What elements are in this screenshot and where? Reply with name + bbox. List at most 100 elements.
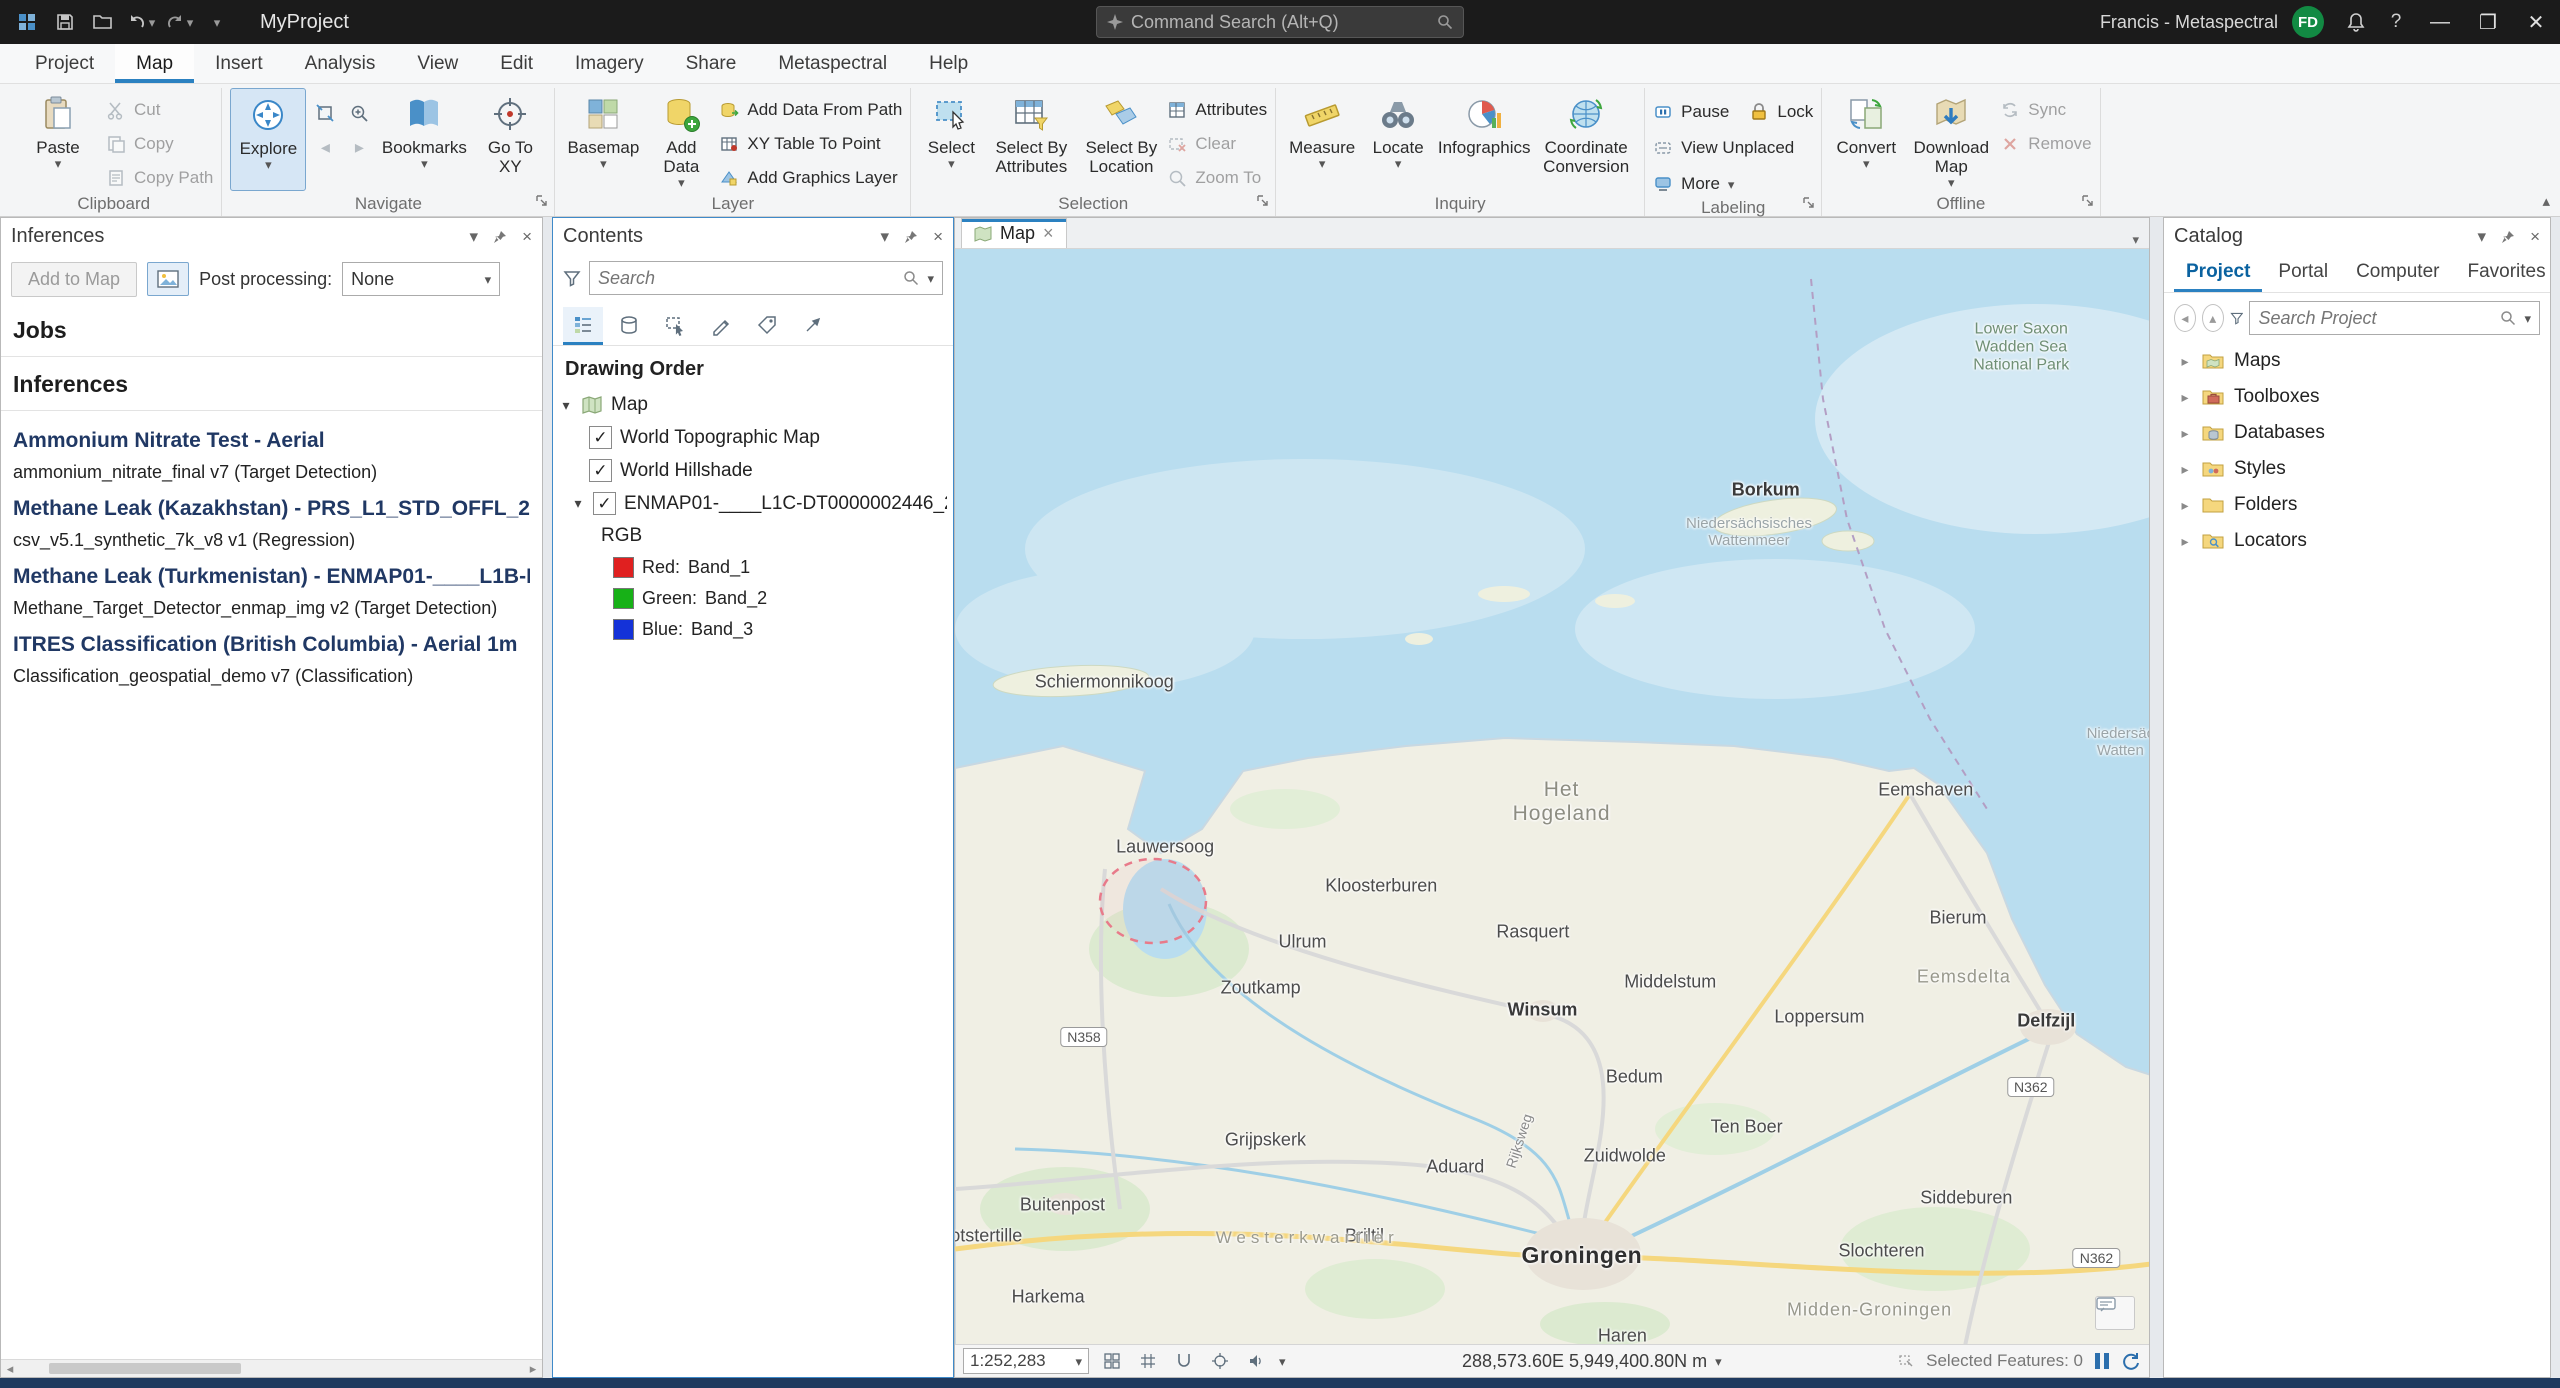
scale-select[interactable]: 1:252,283 ▾ (963, 1348, 1089, 1374)
pause-labeling-button[interactable]: Pause (1653, 98, 1729, 126)
back-icon[interactable]: ◂ (2174, 304, 2196, 332)
bookmarks-button[interactable]: Bookmarks ▾ (378, 88, 470, 191)
lock-labels-button[interactable]: Lock (1749, 98, 1813, 126)
tab-map[interactable]: Map (115, 44, 194, 83)
tab-metaspectral[interactable]: Metaspectral (757, 44, 908, 83)
tab-view[interactable]: View (396, 44, 479, 83)
tab-labeling[interactable] (747, 307, 787, 345)
tab-share[interactable]: Share (665, 44, 758, 83)
scrollbar-thumb[interactable] (49, 1363, 241, 1374)
contents-menu-chevron-icon[interactable]: ▾ (881, 227, 890, 247)
expander-open-icon[interactable]: ▾ (559, 397, 573, 414)
catalog-node-maps[interactable]: ▸ Maps (2164, 343, 2550, 379)
fixed-zoom-in-icon[interactable] (344, 98, 374, 128)
navigate-dialog-launcher-icon[interactable] (535, 192, 548, 212)
command-search-input[interactable]: Command Search (Alt+Q) (1096, 6, 1464, 38)
pin-icon[interactable] (492, 229, 508, 245)
tab-editing[interactable] (701, 307, 741, 345)
attributes-button[interactable]: Attributes (1167, 96, 1267, 124)
close-map-tab-icon[interactable]: × (1043, 223, 1054, 244)
tab-selection[interactable] (655, 307, 695, 345)
remove-offline-button[interactable]: Remove (2000, 130, 2091, 158)
search-options-chevron-icon[interactable]: ▾ (2524, 312, 2531, 325)
map-canvas[interactable]: Lower Saxon Wadden Sea National ParkBork… (955, 249, 2149, 1344)
download-map-button[interactable]: Download Map ▾ (1906, 88, 1996, 191)
layer-world-hillshade[interactable]: ✓ World Hillshade (553, 454, 953, 487)
catalog-menu-chevron-icon[interactable]: ▾ (2478, 227, 2487, 247)
tab-edit[interactable]: Edit (479, 44, 554, 83)
offline-dialog-launcher-icon[interactable] (2081, 192, 2094, 212)
expander-collapsed-icon[interactable]: ▸ (2178, 389, 2192, 406)
undo-button[interactable]: ▾ (124, 5, 158, 39)
clear-selection-button[interactable]: Clear (1167, 130, 1267, 158)
contents-close-icon[interactable]: × (933, 227, 943, 247)
open-project-icon[interactable] (86, 5, 120, 39)
preview-image-button[interactable] (147, 262, 189, 296)
coordinate-conversion-button[interactable]: Coordinate Conversion (1536, 88, 1636, 191)
tab-snapping[interactable] (793, 307, 833, 345)
snapping-icon[interactable] (1171, 1352, 1197, 1370)
tab-drawing-order[interactable] (563, 307, 603, 345)
expander-collapsed-icon[interactable]: ▸ (2178, 425, 2192, 442)
band-blue-row[interactable]: Blue: Band_3 (553, 614, 953, 645)
minimize-button[interactable]: — (2416, 0, 2464, 44)
up-icon[interactable]: ▴ (2202, 304, 2224, 332)
catalog-search-input[interactable] (2258, 308, 2492, 329)
catalog-close-icon[interactable]: × (2530, 227, 2540, 247)
map-view-tab[interactable]: Map × (961, 218, 1067, 248)
cut-button[interactable]: Cut (106, 96, 213, 124)
add-graphics-layer-button[interactable]: Add Graphics Layer (719, 164, 902, 192)
scroll-right-icon[interactable]: ▸ (524, 1361, 542, 1377)
next-extent-icon[interactable]: ▸ (344, 132, 374, 162)
measure-button[interactable]: Measure ▾ (1284, 88, 1360, 191)
help-icon[interactable]: ? (2376, 0, 2416, 44)
sync-button[interactable]: Sync (2000, 96, 2091, 124)
selection-dialog-launcher-icon[interactable] (1256, 192, 1269, 212)
xy-table-to-point-button[interactable]: XY Table To Point (719, 130, 902, 158)
catalog-tab-computer[interactable]: Computer (2344, 255, 2451, 292)
go-to-xy-button[interactable]: Go To XY (474, 88, 546, 191)
tab-insert[interactable]: Insert (194, 44, 284, 83)
horizontal-scrollbar[interactable]: ◂ ▸ (1, 1359, 542, 1377)
post-processing-select[interactable]: None ▾ (342, 262, 500, 296)
sound-icon[interactable] (1243, 1352, 1269, 1370)
tab-imagery[interactable]: Imagery (554, 44, 665, 83)
filter-icon[interactable] (563, 269, 581, 287)
pause-drawing-button[interactable] (2095, 1353, 2109, 1369)
redo-button[interactable]: ▾ (162, 5, 196, 39)
list-item[interactable]: Methane Leak (Turkmenistan) - ENMAP01-__… (1, 551, 542, 619)
copy-button[interactable]: Copy (106, 130, 213, 158)
inferences-menu-chevron-icon[interactable]: ▾ (470, 227, 479, 247)
layer-enmap[interactable]: ▾ ✓ ENMAP01-____L1C-DT0000002446_2022081… (553, 487, 953, 520)
close-button[interactable]: ✕ (2512, 0, 2560, 44)
crosshair-icon[interactable] (1207, 1352, 1233, 1370)
customize-qat-icon[interactable]: ▾ (200, 5, 234, 39)
tab-analysis[interactable]: Analysis (284, 44, 397, 83)
inferences-close-icon[interactable]: × (522, 227, 532, 247)
zoom-to-selection-button[interactable]: Zoom To (1167, 164, 1267, 192)
app-menu-icon[interactable] (10, 5, 44, 39)
band-red-row[interactable]: Red: Band_1 (553, 552, 953, 583)
basemap-button[interactable]: Basemap ▾ (563, 88, 643, 192)
full-extent-icon[interactable] (310, 98, 340, 128)
list-item[interactable]: Methane Leak (Kazakhstan) - PRS_L1_STD_O… (1, 483, 542, 551)
labeling-dialog-launcher-icon[interactable] (1802, 194, 1815, 214)
expander-open-icon[interactable]: ▾ (571, 495, 585, 512)
pin-icon[interactable] (2500, 229, 2516, 245)
more-labeling-button[interactable]: More ▾ (1653, 170, 1813, 198)
expander-collapsed-icon[interactable]: ▸ (2178, 497, 2192, 514)
view-tabs-chevron-icon[interactable]: ▾ (2122, 232, 2149, 248)
coordinate-readout[interactable]: 288,573.60E 5,949,400.80N m ▾ (1296, 1351, 1889, 1372)
refresh-icon[interactable] (2121, 1351, 2141, 1371)
tree-node-map[interactable]: ▾ Map (553, 389, 953, 421)
maximize-button[interactable]: ❐ (2464, 0, 2512, 44)
catalog-tab-favorites[interactable]: Favorites (2455, 255, 2551, 292)
tab-project[interactable]: Project (14, 44, 115, 83)
tab-data-source[interactable] (609, 307, 649, 345)
pin-icon[interactable] (903, 229, 919, 245)
notifications-bell-icon[interactable] (2336, 0, 2376, 44)
map-notification-icon[interactable] (2095, 1296, 2135, 1330)
select-by-location-button[interactable]: Select By Location (1079, 88, 1163, 192)
add-to-map-button[interactable]: Add to Map (11, 262, 137, 297)
locate-button[interactable]: Locate ▾ (1364, 88, 1432, 191)
